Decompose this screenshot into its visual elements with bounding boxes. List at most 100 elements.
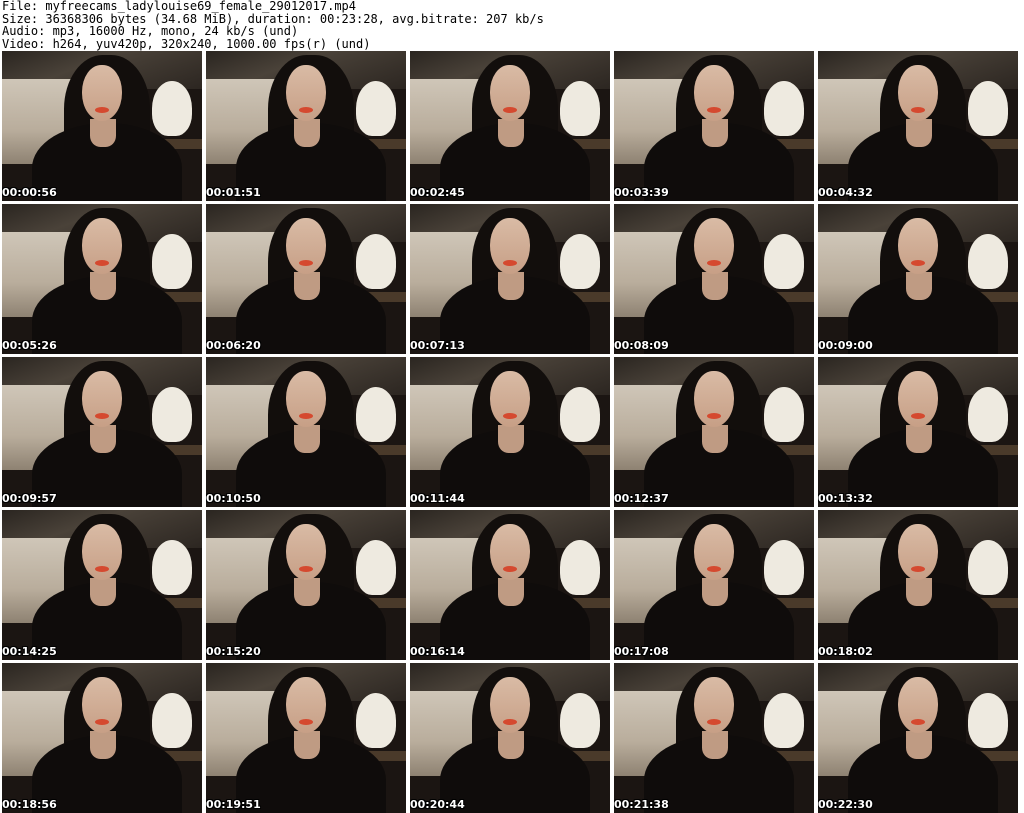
thumbnail-timestamp: 00:18:02 bbox=[818, 645, 873, 658]
video-thumbnail: 00:21:38 bbox=[614, 663, 814, 813]
thumbnail-plant bbox=[152, 81, 192, 136]
video-thumbnail: 00:07:13 bbox=[410, 204, 610, 354]
video-thumbnail: 00:06:20 bbox=[206, 204, 406, 354]
thumbnail-lips bbox=[503, 107, 517, 113]
thumbnail-neck bbox=[294, 578, 320, 606]
video-thumbnail: 00:12:37 bbox=[614, 357, 814, 507]
thumbnail-plant bbox=[560, 540, 600, 595]
thumbnail-plant bbox=[764, 540, 804, 595]
video-thumbnail: 00:00:56 bbox=[2, 51, 202, 201]
thumbnail-plant bbox=[356, 81, 396, 136]
thumbnail-lips bbox=[95, 107, 109, 113]
thumbnail-plant bbox=[356, 693, 396, 748]
thumbnail-neck bbox=[90, 425, 116, 453]
file-name-line: File: myfreecams_ladylouise69_female_290… bbox=[2, 0, 357, 13]
thumbnail-neck bbox=[90, 119, 116, 147]
video-thumbnail: 00:09:57 bbox=[2, 357, 202, 507]
thumbnail-neck bbox=[90, 578, 116, 606]
thumbnail-neck bbox=[906, 731, 932, 759]
thumbnail-plant bbox=[152, 234, 192, 289]
thumbnail-lips bbox=[95, 260, 109, 266]
thumbnail-timestamp: 00:20:44 bbox=[410, 798, 465, 811]
thumbnail-neck bbox=[906, 272, 932, 300]
thumbnail-timestamp: 00:03:39 bbox=[614, 186, 669, 199]
thumbnail-timestamp: 00:19:51 bbox=[206, 798, 261, 811]
thumbnail-neck bbox=[294, 425, 320, 453]
thumbnail-lips bbox=[707, 413, 721, 419]
thumbnail-lips bbox=[299, 413, 313, 419]
thumbnail-plant bbox=[152, 693, 192, 748]
thumbnail-plant bbox=[968, 234, 1008, 289]
thumbnail-lips bbox=[911, 413, 925, 419]
thumbnail-timestamp: 00:01:51 bbox=[206, 186, 261, 199]
thumbnail-lips bbox=[503, 413, 517, 419]
thumbnail-timestamp: 00:10:50 bbox=[206, 492, 261, 505]
thumbnail-lips bbox=[911, 260, 925, 266]
thumbnail-timestamp: 00:02:45 bbox=[410, 186, 465, 199]
thumbnail-lips bbox=[299, 107, 313, 113]
thumbnail-plant bbox=[356, 387, 396, 442]
thumbnail-lips bbox=[299, 566, 313, 572]
thumbnail-plant bbox=[560, 234, 600, 289]
video-thumbnail: 00:01:51 bbox=[206, 51, 406, 201]
thumbnail-lips bbox=[299, 719, 313, 725]
thumbnail-timestamp: 00:00:56 bbox=[2, 186, 57, 199]
thumbnail-neck bbox=[702, 119, 728, 147]
thumbnail-plant bbox=[560, 693, 600, 748]
video-thumbnail: 00:18:56 bbox=[2, 663, 202, 813]
thumbnail-lips bbox=[95, 566, 109, 572]
video-thumbnail: 00:18:02 bbox=[818, 510, 1018, 660]
video-thumbnail: 00:17:08 bbox=[614, 510, 814, 660]
thumbnail-plant bbox=[968, 81, 1008, 136]
thumbnail-lips bbox=[707, 566, 721, 572]
file-info-header: File: myfreecams_ladylouise69_female_290… bbox=[2, 0, 1022, 50]
thumbnail-lips bbox=[503, 566, 517, 572]
thumbnail-timestamp: 00:08:09 bbox=[614, 339, 669, 352]
thumbnail-plant bbox=[560, 387, 600, 442]
video-thumbnail: 00:03:39 bbox=[614, 51, 814, 201]
thumbnail-neck bbox=[906, 578, 932, 606]
thumbnail-neck bbox=[906, 119, 932, 147]
thumbnail-plant bbox=[560, 81, 600, 136]
thumbnail-timestamp: 00:09:57 bbox=[2, 492, 57, 505]
video-info-line: Video: h264, yuv420p, 320x240, 1000.00 f… bbox=[2, 36, 371, 51]
thumbnail-timestamp: 00:15:20 bbox=[206, 645, 261, 658]
thumbnail-lips bbox=[707, 107, 721, 113]
video-thumbnail: 00:22:30 bbox=[818, 663, 1018, 813]
thumbnail-plant bbox=[968, 540, 1008, 595]
thumbnail-timestamp: 00:09:00 bbox=[818, 339, 873, 352]
thumbnail-neck bbox=[702, 731, 728, 759]
video-thumbnail: 00:08:09 bbox=[614, 204, 814, 354]
thumbnail-timestamp: 00:11:44 bbox=[410, 492, 465, 505]
thumbnail-timestamp: 00:22:30 bbox=[818, 798, 873, 811]
thumbnail-lips bbox=[95, 413, 109, 419]
thumbnail-lips bbox=[707, 719, 721, 725]
thumbnail-grid: 00:00:56 00:01:51 00:02:45 00:03:39 00:04:32… bbox=[2, 51, 1022, 813]
thumbnail-lips bbox=[911, 719, 925, 725]
thumbnail-timestamp: 00:06:20 bbox=[206, 339, 261, 352]
thumbnail-neck bbox=[294, 272, 320, 300]
thumbnail-timestamp: 00:12:37 bbox=[614, 492, 669, 505]
thumbnail-plant bbox=[152, 540, 192, 595]
video-thumbnail: 00:04:32 bbox=[818, 51, 1018, 201]
thumbnail-neck bbox=[294, 731, 320, 759]
thumbnail-neck bbox=[90, 272, 116, 300]
video-thumbnail: 00:14:25 bbox=[2, 510, 202, 660]
thumbnail-lips bbox=[299, 260, 313, 266]
video-thumbnail: 00:20:44 bbox=[410, 663, 610, 813]
thumbnail-neck bbox=[906, 425, 932, 453]
thumbnail-neck bbox=[498, 578, 524, 606]
video-thumbnail: 00:02:45 bbox=[410, 51, 610, 201]
video-thumbnail: 00:13:32 bbox=[818, 357, 1018, 507]
thumbnail-neck bbox=[498, 272, 524, 300]
thumbnail-plant bbox=[356, 540, 396, 595]
video-thumbnail: 00:09:00 bbox=[818, 204, 1018, 354]
thumbnail-timestamp: 00:14:25 bbox=[2, 645, 57, 658]
thumbnail-plant bbox=[152, 387, 192, 442]
thumbnail-neck bbox=[702, 272, 728, 300]
thumbnail-timestamp: 00:13:32 bbox=[818, 492, 873, 505]
video-thumbnail: 00:16:14 bbox=[410, 510, 610, 660]
audio-info-line: Audio: mp3, 16000 Hz, mono, 24 kb/s (und… bbox=[2, 24, 299, 38]
thumbnail-neck bbox=[702, 578, 728, 606]
video-thumbnail: 00:11:44 bbox=[410, 357, 610, 507]
